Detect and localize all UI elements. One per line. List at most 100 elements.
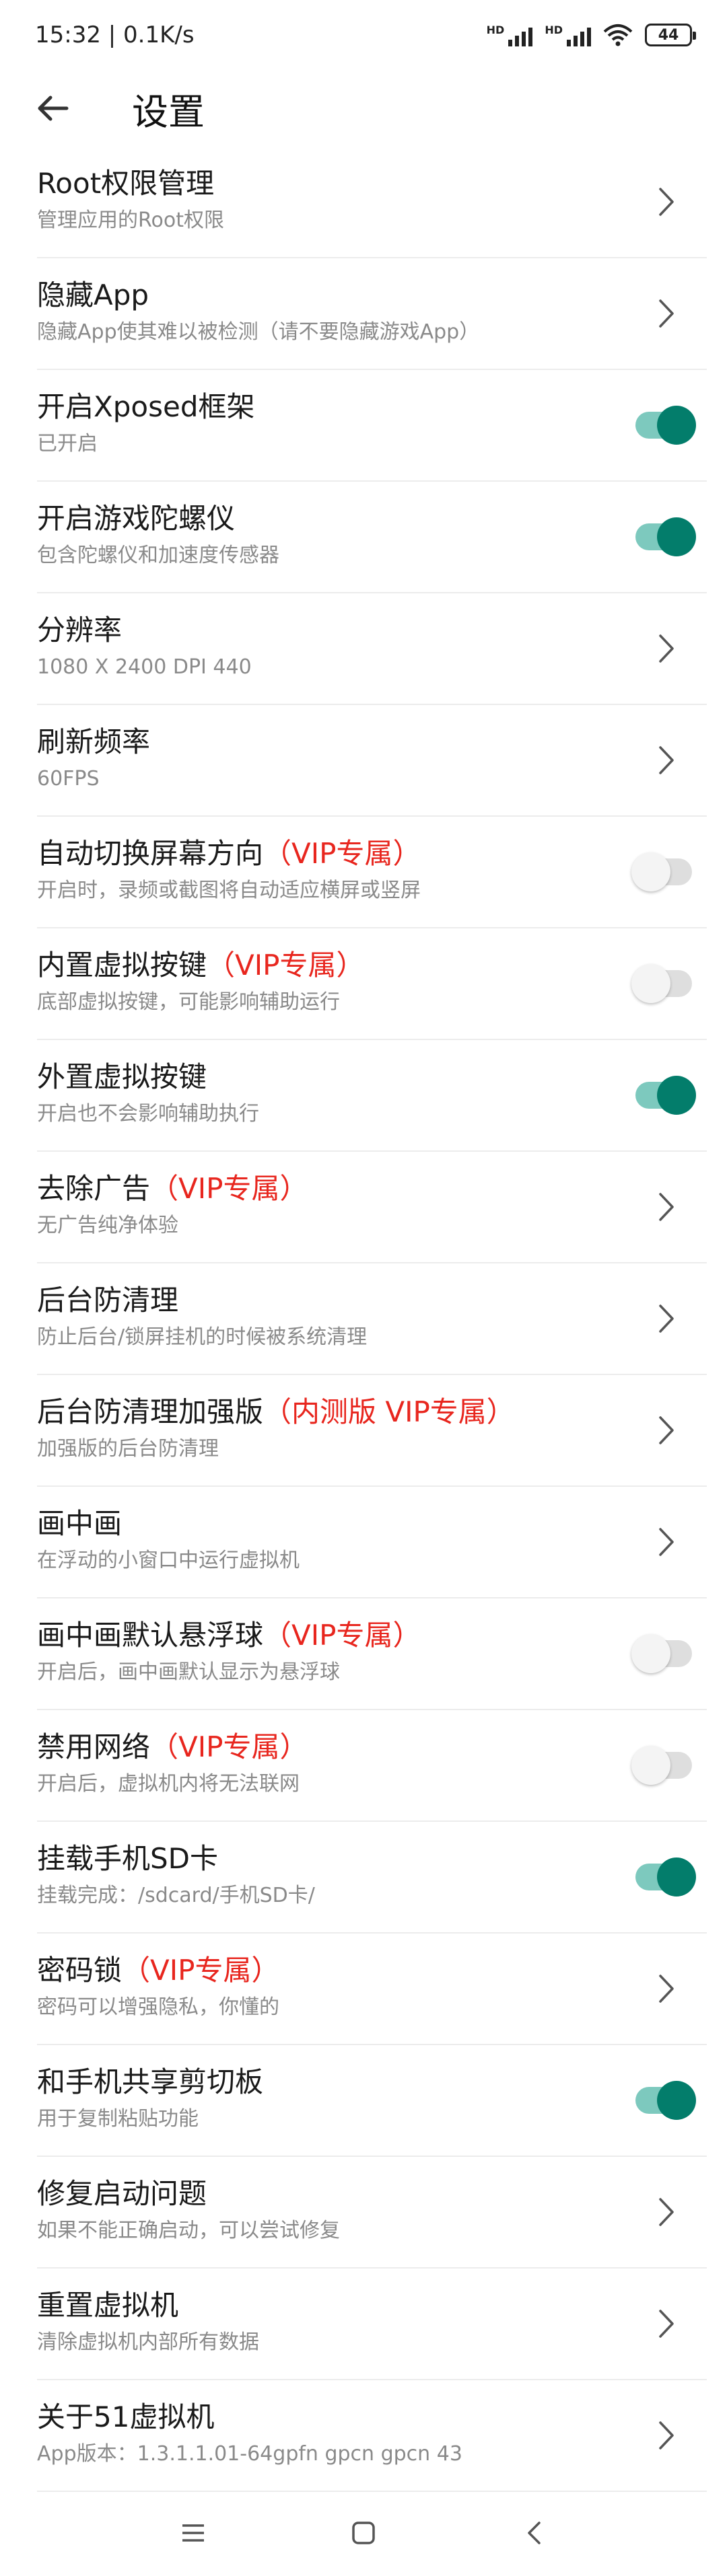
settings-row-title-text: 去除广告	[37, 1172, 151, 1205]
settings-row[interactable]: 挂载手机SD卡 挂载完成：/sdcard/手机SD卡/	[37, 1822, 707, 1934]
settings-row-text: 分辨率 1080 X 2400 DPI 440	[37, 611, 613, 682]
back-button[interactable]	[26, 81, 79, 135]
settings-row[interactable]: Root权限管理 管理应用的Root权限	[37, 147, 707, 258]
settings-row-title-text: 后台防清理加强版	[37, 1395, 264, 1428]
app-header: 设置	[0, 70, 727, 147]
vip-badge: （VIP专属）	[150, 1730, 308, 1763]
toggle-switch[interactable]	[631, 1746, 692, 1785]
chevron-right-icon	[646, 1410, 687, 1450]
settings-row-text: 关于51虚拟机 App版本：1.3.1.1.01-64gpfn gpcn gpcn…	[37, 2398, 613, 2469]
settings-row-title: 关于51虚拟机	[37, 2398, 613, 2437]
settings-row[interactable]: 开启Xposed框架 已开启	[37, 370, 707, 482]
settings-row-title: 禁用网络（VIP专属）	[37, 1728, 613, 1767]
settings-row-text: Root权限管理 管理应用的Root权限	[37, 164, 613, 235]
settings-row-text: 内置虚拟按键（VIP专属） 底部虚拟按键，可能影响辅助运行	[37, 946, 613, 1017]
settings-row[interactable]: 密码锁（VIP专属） 密码可以增强隐私，你懂的	[37, 1934, 707, 2045]
toggle-switch[interactable]	[635, 1857, 696, 1897]
vip-badge: （VIP专属）	[150, 1172, 308, 1205]
toggle-knob	[657, 2081, 696, 2120]
toggle-knob	[657, 1857, 696, 1897]
settings-row[interactable]: 去除广告（VIP专属） 无广告纯净体验	[37, 1152, 707, 1263]
settings-row[interactable]: 后台防清理加强版（内测版 VIP专属） 加强版的后台防清理	[37, 1375, 707, 1487]
chevron-right-icon	[646, 1968, 687, 2009]
chevron-right-icon	[646, 1522, 687, 1562]
settings-row-text: 去除广告（VIP专属） 无广告纯净体验	[37, 1169, 613, 1241]
nav-back-button[interactable]	[507, 2506, 561, 2560]
toggle-switch[interactable]	[635, 517, 696, 556]
toggle-switch[interactable]	[635, 406, 696, 445]
settings-row-title: Root权限管理	[37, 164, 613, 203]
settings-row-title: 刷新频率	[37, 723, 613, 762]
settings-row-text: 后台防清理加强版（内测版 VIP专属） 加强版的后台防清理	[37, 1393, 613, 1464]
chevron-right-icon	[646, 628, 687, 669]
settings-row[interactable]: 和手机共享剪切板用于复制粘贴功能	[37, 2045, 707, 2157]
settings-row[interactable]: 修复启动问题 如果不能正确启动，可以尝试修复	[37, 2157, 707, 2269]
settings-row[interactable]: 关于51虚拟机 App版本：1.3.1.1.01-64gpfn gpcn gpcn…	[37, 2380, 707, 2492]
signal-icon: HD	[487, 24, 533, 46]
settings-list: Root权限管理 管理应用的Root权限 隐藏App 隐藏App使其难以被检测（请不要…	[0, 147, 727, 2492]
home-button[interactable]	[337, 2506, 390, 2560]
toggle-knob	[631, 1634, 670, 1673]
settings-row[interactable]: 开启游戏陀螺仪 包含陀螺仪和加速度传感器	[37, 482, 707, 593]
navigation-bar	[0, 2489, 727, 2576]
settings-row-subtitle: 已开启	[37, 432, 98, 455]
settings-row[interactable]: 重置虚拟机 清除虚拟机内部所有数据	[37, 2269, 707, 2380]
settings-row-title-text: 和手机共享剪切板	[37, 2065, 264, 2098]
settings-row[interactable]: 画中画在浮动的小窗口中运行虚拟机	[37, 1487, 707, 1598]
settings-row-title-text: 内置虚拟按键	[37, 949, 207, 982]
battery-level: 44	[658, 26, 679, 44]
settings-row-subtitle: 加强版的后台防清理	[37, 1437, 219, 1461]
settings-row-title-text: 画中画	[37, 1507, 123, 1540]
settings-row-text: 外置虚拟按键 开启也不会影响辅助执行	[37, 1058, 613, 1129]
menu-button[interactable]	[166, 2506, 220, 2560]
settings-row-subtitle: 在浮动的小窗口中运行虚拟机	[37, 1549, 300, 1572]
settings-row[interactable]: 隐藏App 隐藏App使其难以被检测（请不要隐藏游戏App）	[37, 258, 707, 370]
settings-row-subtitle: 用于复制粘贴功能	[37, 2107, 199, 2131]
chevron-right-icon	[646, 1298, 687, 1339]
settings-row-title-text: 分辨率	[37, 614, 123, 647]
chevron-right-icon	[646, 293, 687, 334]
settings-row-title-text: 外置虚拟按键	[37, 1060, 207, 1093]
settings-row-title: 去除广告（VIP专属）	[37, 1169, 613, 1208]
toggle-switch[interactable]	[631, 852, 692, 891]
settings-row-text: 修复启动问题 如果不能正确启动，可以尝试修复	[37, 2174, 613, 2246]
settings-row[interactable]: 刷新频率 60FPS	[37, 705, 707, 817]
toggle-switch[interactable]	[631, 964, 692, 1003]
battery-icon: 44	[645, 24, 696, 46]
settings-row[interactable]: 禁用网络（VIP专属） 开启后，虚拟机内将无法联网	[37, 1710, 707, 1822]
settings-row-subtitle: 开启后，虚拟机内将无法联网	[37, 1772, 300, 1796]
settings-row[interactable]: 画中画默认悬浮球（VIP专属） 开启后，画中画默认显示为悬浮球	[37, 1598, 707, 1710]
settings-row-text: 隐藏App 隐藏App使其难以被检测（请不要隐藏游戏App）	[37, 276, 613, 347]
wifi-icon	[603, 24, 633, 46]
settings-row-title-text: 后台防清理	[37, 1284, 179, 1317]
settings-row[interactable]: 外置虚拟按键 开启也不会影响辅助执行	[37, 1040, 707, 1152]
settings-row-text: 开启Xposed框架 已开启	[37, 388, 613, 459]
toggle-switch[interactable]	[635, 1076, 696, 1115]
settings-row-title-text: 禁用网络	[37, 1730, 151, 1763]
settings-row-subtitle: 开启后，画中画默认显示为悬浮球	[37, 1660, 340, 1684]
settings-row-title: 后台防清理	[37, 1281, 613, 1320]
chevron-right-icon	[646, 2415, 687, 2456]
settings-row-text: 自动切换屏幕方向（VIP专属） 开启时，录频或截图将自动适应横屏或竖屏	[37, 834, 613, 906]
settings-row-text: 后台防清理防止后台/锁屏挂机的时候被系统清理	[37, 1281, 613, 1352]
settings-row-subtitle: App版本：1.3.1.1.01-64gpfn gpcn gpcn 43	[37, 2442, 462, 2466]
settings-row[interactable]: 内置虚拟按键（VIP专属） 底部虚拟按键，可能影响辅助运行	[37, 928, 707, 1040]
settings-row-text: 挂载手机SD卡 挂载完成：/sdcard/手机SD卡/	[37, 1839, 613, 1911]
chevron-right-icon	[646, 740, 687, 780]
settings-row-subtitle: 开启时，录频或截图将自动适应横屏或竖屏	[37, 879, 421, 902]
settings-row-text: 重置虚拟机 清除虚拟机内部所有数据	[37, 2286, 613, 2357]
settings-row-title-text: 自动切换屏幕方向	[37, 837, 264, 870]
toggle-switch[interactable]	[635, 2081, 696, 2120]
vip-badge: （VIP专属）	[263, 1619, 421, 1652]
settings-row[interactable]: 后台防清理防止后台/锁屏挂机的时候被系统清理	[37, 1263, 707, 1375]
toggle-switch[interactable]	[631, 1634, 692, 1673]
settings-row-title-text: 隐藏App	[37, 279, 149, 311]
settings-row[interactable]: 自动切换屏幕方向（VIP专属） 开启时，录频或截图将自动适应横屏或竖屏	[37, 817, 707, 928]
settings-row-text: 密码锁（VIP专属） 密码可以增强隐私，你懂的	[37, 1951, 613, 2022]
settings-row-title: 和手机共享剪切板	[37, 2063, 613, 2102]
settings-row-subtitle: 防止后台/锁屏挂机的时候被系统清理	[37, 1325, 368, 1349]
settings-row[interactable]: 分辨率 1080 X 2400 DPI 440	[37, 593, 707, 705]
toggle-knob	[657, 1076, 696, 1115]
settings-row-title: 画中画默认悬浮球（VIP专属）	[37, 1616, 613, 1655]
settings-row-title: 画中画	[37, 1504, 613, 1543]
